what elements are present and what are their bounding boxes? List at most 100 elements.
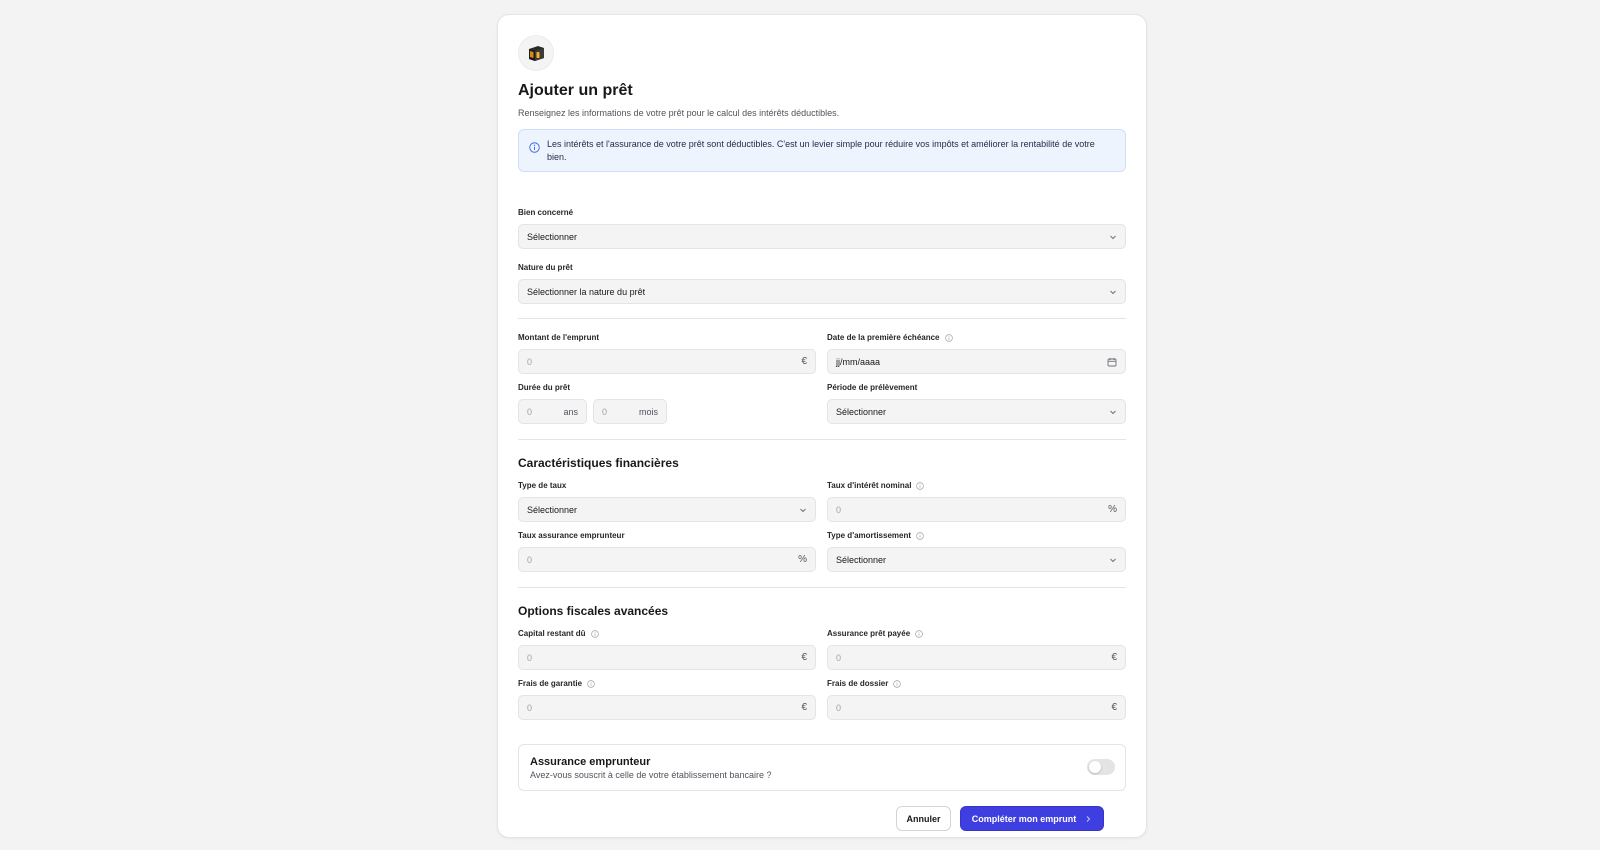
insurance-card: Assurance emprunteur Avez-vous souscrit …: [518, 744, 1126, 791]
duree-months-input[interactable]: 0 mois: [593, 399, 667, 424]
financial-section-title: Caractéristiques financières: [518, 456, 679, 470]
calendar-icon[interactable]: [1107, 357, 1117, 367]
taux-assurance-group: Taux assurance emprunteur 0 %: [518, 531, 816, 572]
chevron-down-icon: [1110, 235, 1116, 239]
amortissement-select[interactable]: Sélectionner: [827, 547, 1126, 572]
dialog-content: Ajouter un prêt Renseignez les informati…: [518, 35, 1126, 831]
bien-label: Bien concerné: [518, 208, 574, 217]
periode-label: Période de prélèvement: [827, 383, 918, 392]
divider: [518, 439, 1126, 440]
periode-select[interactable]: Sélectionner: [827, 399, 1126, 424]
submit-button[interactable]: Compléter mon emprunt: [960, 806, 1104, 831]
amortissement-label-row: Type d'amortissement: [827, 531, 1126, 541]
taux-assurance-placeholder: 0: [527, 554, 533, 565]
assurance-payee-group: Assurance prêt payée 0 €: [827, 629, 1126, 670]
submit-label: Compléter mon emprunt: [971, 813, 1077, 824]
montant-label: Montant de l'emprunt: [518, 333, 600, 342]
capital-input[interactable]: 0 €: [518, 645, 816, 670]
montant-input[interactable]: 0 €: [518, 349, 816, 374]
assurance-payee-placeholder: 0: [836, 652, 842, 663]
type-taux-group: Type de taux Sélectionner: [518, 481, 816, 522]
type-taux-value: Sélectionner: [527, 504, 578, 515]
amortissement-value: Sélectionner: [836, 554, 887, 565]
assurance-payee-input[interactable]: 0 €: [827, 645, 1126, 670]
type-taux-label: Type de taux: [518, 481, 567, 490]
capital-label-row: Capital restant dû: [518, 629, 816, 639]
frais-garantie-label-row: Frais de garantie: [518, 679, 816, 689]
months-suffix: mois: [638, 406, 658, 417]
periode-value: Sélectionner: [836, 406, 887, 417]
help-icon[interactable]: [893, 680, 902, 688]
taux-nominal-label-row: Taux d'intérêt nominal: [827, 481, 1126, 491]
divider: [518, 318, 1126, 319]
percent-suffix: %: [1108, 504, 1117, 515]
frais-dossier-placeholder: 0: [836, 702, 842, 713]
years-placeholder: 0: [527, 406, 533, 417]
fiscal-section-title: Options fiscales avancées: [518, 604, 669, 618]
duree-years-input[interactable]: 0 ans: [518, 399, 587, 424]
euro-suffix: €: [801, 702, 807, 713]
insurance-title: Assurance emprunteur: [530, 756, 651, 768]
info-banner: Les intérêts et l'assurance de votre prê…: [518, 129, 1126, 172]
amortissement-label: Type d'amortissement: [827, 531, 911, 540]
type-taux-select[interactable]: Sélectionner: [518, 497, 816, 522]
taux-nominal-placeholder: 0: [836, 504, 842, 515]
help-icon[interactable]: [944, 334, 953, 342]
frais-dossier-label-row: Frais de dossier: [827, 679, 1126, 689]
dialog-title: Ajouter un prêt: [518, 82, 633, 99]
frais-garantie-input[interactable]: 0 €: [518, 695, 816, 720]
capital-group: Capital restant dû 0 €: [518, 629, 816, 670]
bien-select[interactable]: Sélectionner: [518, 224, 1126, 249]
help-icon[interactable]: [587, 680, 595, 688]
frais-garantie-placeholder: 0: [527, 702, 533, 713]
insurance-description: Avez-vous souscrit à celle de votre étab…: [530, 770, 772, 780]
euro-suffix: €: [801, 652, 807, 663]
bien-group: Bien concerné Sélectionner: [518, 208, 1126, 249]
frais-dossier-label: Frais de dossier: [827, 679, 889, 688]
date-label-row: Date de la première échéance: [827, 333, 1126, 343]
cancel-button[interactable]: Annuler: [896, 806, 951, 831]
help-icon[interactable]: [916, 482, 925, 490]
montant-placeholder: 0: [527, 356, 533, 367]
nature-label: Nature du prêt: [518, 263, 573, 272]
euro-suffix: €: [801, 356, 807, 367]
frais-dossier-input[interactable]: 0 €: [827, 695, 1126, 720]
nature-select[interactable]: Sélectionner la nature du prêt: [518, 279, 1126, 304]
capital-placeholder: 0: [527, 652, 533, 663]
frais-garantie-label: Frais de garantie: [518, 679, 583, 688]
help-icon[interactable]: [915, 630, 923, 638]
date-group: Date de la première échéance jj/mm/aaaa: [827, 333, 1126, 374]
taux-nominal-input[interactable]: 0 %: [827, 497, 1126, 522]
app-logo: [518, 35, 554, 71]
date-input[interactable]: jj/mm/aaaa: [827, 349, 1126, 374]
info-text: Les intérêts et l'assurance de votre prê…: [547, 139, 1095, 162]
chevron-down-icon: [1110, 410, 1116, 414]
years-suffix: ans: [563, 406, 578, 417]
help-icon[interactable]: [916, 532, 924, 540]
duree-label: Durée du prêt: [518, 383, 571, 392]
chevron-down-icon: [800, 508, 806, 512]
taux-assurance-input[interactable]: 0 %: [518, 547, 816, 572]
help-icon[interactable]: [590, 630, 599, 638]
chevron-right-icon: [1086, 815, 1091, 822]
euro-suffix: €: [1111, 702, 1117, 713]
dialog-subtitle: Renseignez les informations de votre prê…: [518, 108, 840, 118]
duree-group: Durée du prêt 0 ans 0 mois: [518, 383, 816, 424]
taux-nominal-group: Taux d'intérêt nominal 0 %: [827, 481, 1126, 522]
duree-inputs: 0 ans 0 mois: [518, 399, 816, 424]
info-icon: [529, 142, 540, 153]
cancel-label: Annuler: [906, 813, 941, 824]
chevron-down-icon: [1110, 558, 1116, 562]
nature-value: Sélectionner la nature du prêt: [527, 286, 646, 297]
date-value: jj/mm/aaaa: [836, 356, 881, 367]
chevron-down-icon: [1110, 290, 1116, 294]
assurance-payee-label-row: Assurance prêt payée: [827, 629, 1126, 639]
capital-label: Capital restant dû: [518, 629, 586, 638]
months-placeholder: 0: [602, 406, 608, 417]
bien-value: Sélectionner: [527, 231, 578, 242]
divider: [518, 587, 1126, 588]
taux-assurance-label: Taux assurance emprunteur: [518, 531, 625, 540]
percent-suffix: %: [798, 554, 807, 565]
insurance-toggle[interactable]: [1087, 759, 1115, 775]
nature-group: Nature du prêt Sélectionner la nature du…: [518, 263, 1126, 304]
